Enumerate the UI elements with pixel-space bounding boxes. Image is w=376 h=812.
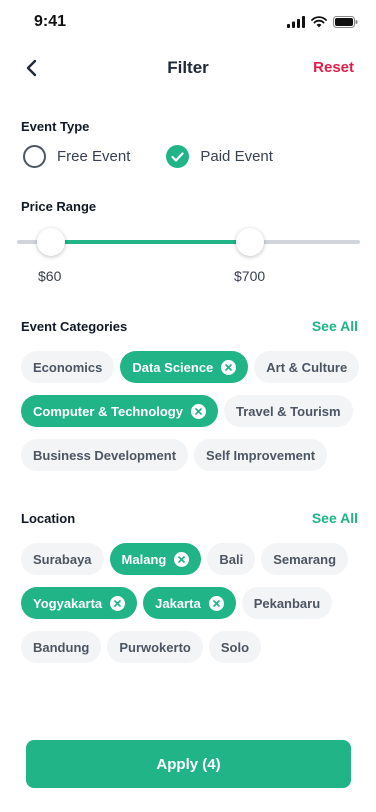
event-type-options: Free Event Paid Event (23, 145, 273, 168)
chip-label: Computer & Technology (33, 403, 183, 419)
location-chip[interactable]: Yogyakarta (21, 587, 138, 619)
chip-label: Semarang (273, 551, 337, 567)
location-see-all-link[interactable]: See All (312, 510, 358, 526)
location-chip[interactable]: Bandung (21, 631, 102, 663)
location-chip[interactable]: Jakarta (143, 587, 236, 619)
price-min-label: $60 (38, 268, 62, 284)
category-chip[interactable]: Computer & Technology (21, 395, 218, 427)
wifi-icon (311, 16, 327, 28)
event-type-title: Event Type (21, 119, 90, 134)
paid-event-label: Paid Event (200, 148, 273, 165)
slider-min-thumb[interactable] (37, 228, 66, 256)
category-chip[interactable]: Travel & Tourism (223, 395, 353, 427)
chip-label: Malang (121, 551, 167, 567)
chip-label: Pekanbaru (253, 595, 321, 611)
price-range-title: Price Range (21, 199, 97, 214)
category-chip[interactable]: Art & Culture (254, 351, 360, 383)
battery-icon (333, 16, 358, 28)
location-chip[interactable]: Malang (109, 543, 202, 575)
chip-label: Bali (219, 551, 244, 567)
category-chip[interactable]: Data Science (120, 351, 249, 383)
remove-icon[interactable] (208, 595, 224, 611)
location-chip[interactable]: Pekanbaru (241, 587, 333, 619)
nav-bar: Filter Reset (0, 48, 376, 88)
chip-label: Art & Culture (266, 359, 348, 375)
location-chip[interactable]: Bali (207, 543, 256, 575)
slider-fill (51, 240, 251, 244)
chip-label: Economics (33, 359, 103, 375)
category-chip[interactable]: Business Development (21, 439, 189, 471)
chip-label: Bandung (33, 639, 90, 655)
category-chip[interactable]: Economics (21, 351, 115, 383)
signal-icon (287, 16, 305, 28)
remove-icon[interactable] (190, 403, 206, 419)
chip-label: Yogyakarta (33, 595, 103, 611)
chip-label: Business Development (33, 447, 177, 463)
categories-title: Event Categories (21, 319, 128, 334)
free-event-radio[interactable]: Free Event (23, 145, 130, 168)
chip-label: Surabaya (33, 551, 92, 567)
status-bar: 9:41 (0, 0, 376, 44)
radio-unchecked-icon (23, 145, 46, 168)
check-circle-icon (166, 145, 190, 168)
status-time: 9:41 (34, 13, 67, 30)
paid-event-radio[interactable]: Paid Event (166, 145, 273, 168)
location-chip[interactable]: Semarang (261, 543, 349, 575)
apply-button[interactable]: Apply (4) (26, 740, 351, 788)
location-chip-group: Surabaya Malang Bali Semarang Yogyakarta… (21, 543, 361, 663)
location-chip[interactable]: Surabaya (21, 543, 104, 575)
chip-label: Travel & Tourism (235, 403, 341, 419)
chip-label: Self Improvement (206, 447, 316, 463)
chip-label: Data Science (132, 359, 214, 375)
location-title: Location (21, 511, 76, 526)
remove-icon[interactable] (221, 359, 237, 375)
category-chip[interactable]: Self Improvement (194, 439, 328, 471)
remove-icon[interactable] (110, 595, 126, 611)
categories-see-all-link[interactable]: See All (312, 318, 358, 334)
chip-label: Jakarta (155, 595, 201, 611)
slider-max-thumb[interactable] (236, 228, 265, 256)
price-range-slider[interactable] (17, 228, 360, 256)
reset-button[interactable]: Reset (313, 59, 354, 76)
free-event-label: Free Event (57, 148, 131, 165)
location-chip[interactable]: Purwokerto (107, 631, 203, 663)
categories-chip-group: Economics Data Science Art & Culture Com… (21, 351, 361, 471)
status-icons (287, 16, 358, 28)
price-max-label: $700 (234, 268, 266, 284)
location-chip[interactable]: Solo (208, 631, 262, 663)
chip-label: Solo (220, 639, 250, 655)
chip-label: Purwokerto (119, 639, 191, 655)
remove-icon[interactable] (174, 551, 190, 567)
